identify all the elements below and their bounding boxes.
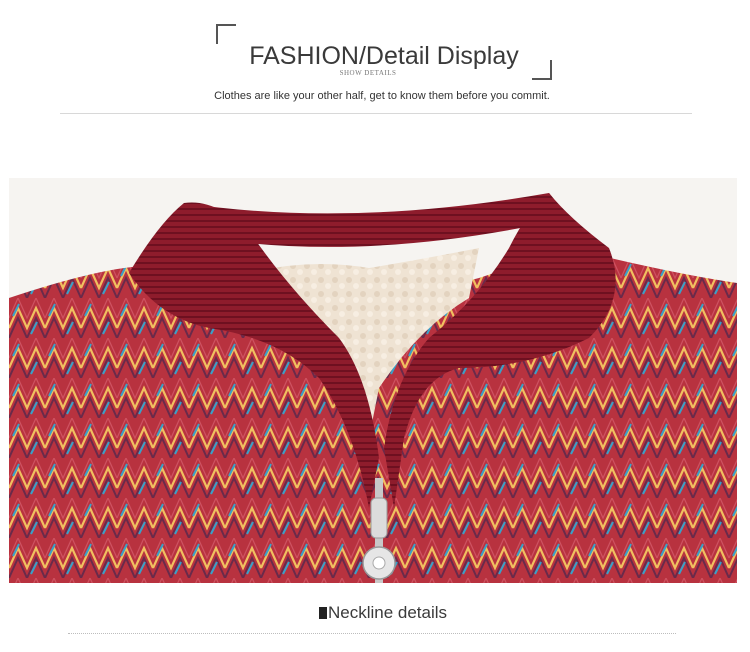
section-subtitle: SHOW DETAILS [339, 69, 397, 77]
divider-bottom [68, 633, 676, 634]
image-caption: Neckline details [0, 603, 750, 623]
divider-top [60, 113, 692, 114]
caption-label: Neckline details [327, 603, 448, 622]
bullet-icon [318, 607, 327, 619]
section-title: FASHION/Detail Display [249, 42, 519, 70]
corner-bracket-top-left [216, 24, 236, 44]
sweater-neckline-illustration [9, 193, 737, 583]
section-tagline: Clothes are like your other half, get to… [214, 90, 550, 102]
product-photo [9, 178, 737, 583]
